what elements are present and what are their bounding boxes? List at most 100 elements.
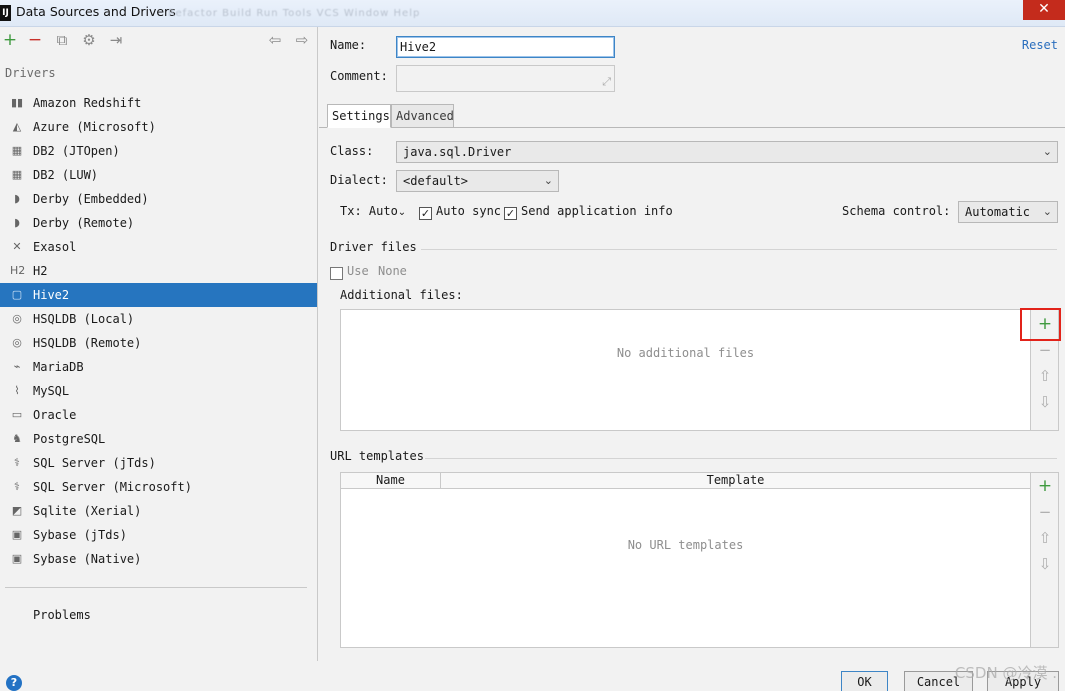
name-label: Name:	[330, 38, 367, 52]
driver-files-title: Driver files	[330, 240, 417, 254]
move-up-icon[interactable]: ⇧	[1031, 527, 1059, 549]
dialect-select[interactable]: <default> ⌄	[396, 170, 559, 192]
driver-label: Exasol	[33, 240, 77, 254]
driver-item[interactable]: ▦ DB2 (JTOpen)	[0, 139, 317, 163]
remove-icon[interactable]: −	[26, 31, 44, 49]
back-icon[interactable]: ⇦	[266, 31, 284, 49]
remove-file-icon[interactable]: −	[1031, 339, 1059, 361]
forward-icon[interactable]: ⇨	[293, 31, 311, 49]
driver-item[interactable]: ◗ Derby (Embedded)	[0, 187, 317, 211]
move-up-icon[interactable]: ⇧	[1031, 365, 1059, 387]
driver-label: Derby (Remote)	[33, 216, 135, 230]
column-header-template[interactable]: Template	[441, 473, 1030, 488]
driver-item[interactable]: ▮▮ Amazon Redshift	[0, 91, 317, 115]
driver-item[interactable]: ▭ Oracle	[0, 403, 317, 427]
driver-item[interactable]: ◭ Azure (Microsoft)	[0, 115, 317, 139]
driver-label: DB2 (JTOpen)	[33, 144, 120, 158]
move-down-icon[interactable]: ⇩	[1031, 553, 1059, 575]
tab-advanced[interactable]: Advanced	[391, 104, 454, 128]
driver-item[interactable]: ▣ Sybase (jTds)	[0, 523, 317, 547]
driver-settings-panel: Name: Hive2 Reset Comment: ⤢ Settings Ad…	[319, 27, 1065, 661]
drivers-toolbar: + − ⧉ ⚙ ⇥ ⇦ ⇨	[0, 27, 318, 55]
expand-icon[interactable]: ⤢	[602, 75, 611, 89]
remove-template-icon[interactable]: −	[1031, 501, 1059, 523]
driver-item[interactable]: ▦ DB2 (LUW)	[0, 163, 317, 187]
class-select[interactable]: java.sql.Driver ⌄	[396, 141, 1058, 163]
class-label: Class:	[330, 144, 374, 158]
driver-item[interactable]: ♞ PostgreSQL	[0, 427, 317, 451]
app-icon: IJ	[0, 5, 11, 21]
send-info-checkbox[interactable]: ✓	[504, 207, 517, 220]
background-menu: Refactor Build Run Tools VCS Window Help	[168, 8, 421, 19]
import-icon[interactable]: ⇥	[107, 31, 125, 49]
drivers-section-label: Drivers	[5, 66, 56, 80]
tx-mode-label: Tx: Auto	[340, 204, 398, 218]
close-button[interactable]: ✕	[1023, 0, 1065, 20]
driver-icon: ◎	[12, 312, 22, 325]
no-url-text: No URL templates	[627, 538, 744, 552]
ok-button[interactable]: OK	[841, 671, 888, 691]
column-header-name[interactable]: Name	[341, 473, 441, 488]
driver-item[interactable]: ▣ Sybase (Native)	[0, 547, 317, 571]
send-info-label: Send application info	[521, 204, 673, 218]
url-templates-title: URL templates	[330, 449, 424, 463]
settings-icon[interactable]: ⚙	[80, 31, 98, 49]
use-checkbox[interactable]	[330, 267, 343, 280]
driver-icon: ◗	[14, 216, 20, 229]
driver-item[interactable]: ◎ HSQLDB (Local)	[0, 307, 317, 331]
url-templates-table[interactable]: Name Template No URL templates	[340, 472, 1031, 648]
driver-item[interactable]: ⚕ SQL Server (jTds)	[0, 451, 317, 475]
reset-link[interactable]: Reset	[1022, 38, 1058, 52]
driver-icon: ▭	[11, 408, 23, 421]
chevron-down-icon: ⌄	[1042, 145, 1052, 158]
driver-label: Hive2	[33, 288, 70, 302]
driver-item[interactable]: ◩ Sqlite (Xerial)	[0, 499, 317, 523]
chevron-down-icon: ⌄	[543, 174, 553, 187]
driver-label: Amazon Redshift	[33, 96, 142, 110]
driver-icon: ✕	[12, 240, 22, 253]
class-value: java.sql.Driver	[403, 145, 512, 159]
driver-item[interactable]: ✕ Exasol	[0, 235, 317, 259]
divider	[5, 587, 307, 588]
move-down-icon[interactable]: ⇩	[1031, 391, 1059, 413]
chevron-down-icon: ⌄	[397, 207, 407, 218]
drivers-panel: + − ⧉ ⚙ ⇥ ⇦ ⇨ Drivers ▮▮ Amazon Redshift ◭…	[0, 27, 318, 661]
driver-icon: ◎	[12, 336, 22, 349]
comment-field[interactable]: ⤢	[396, 65, 615, 92]
driver-icon: ▢	[11, 288, 23, 301]
problems-item[interactable]: Problems	[33, 608, 91, 622]
driver-item[interactable]: ◗ Derby (Remote)	[0, 211, 317, 235]
name-input[interactable]: Hive2	[396, 36, 615, 58]
driver-icon: ◭	[12, 120, 22, 133]
help-icon[interactable]: ?	[6, 675, 22, 691]
driver-item[interactable]: ▢ Hive2	[0, 283, 317, 307]
driver-label: HSQLDB (Remote)	[33, 336, 142, 350]
watermark: CSDN @冷漠 .	[954, 664, 1057, 682]
driver-icon: H2	[10, 264, 26, 277]
driver-label: Sybase (jTds)	[33, 528, 127, 542]
driver-icon: ▦	[11, 168, 23, 181]
copy-icon[interactable]: ⧉	[53, 31, 71, 49]
driver-item[interactable]: ⌁ MariaDB	[0, 355, 317, 379]
driver-icon: ⚕	[14, 456, 20, 469]
driver-label: Sybase (Native)	[33, 552, 142, 566]
tx-mode-dropdown[interactable]: Tx: Auto⌄	[340, 204, 406, 218]
tab-settings[interactable]: Settings	[327, 104, 391, 128]
schema-control-label: Schema control:	[842, 204, 951, 218]
driver-item[interactable]: ◎ HSQLDB (Remote)	[0, 331, 317, 355]
driver-icon: ▮▮	[10, 96, 24, 109]
driver-item[interactable]: H2 H2	[0, 259, 317, 283]
schema-control-select[interactable]: Automatic ⌄	[958, 201, 1058, 223]
driver-icon: ▣	[11, 552, 23, 565]
add-icon[interactable]: +	[1, 31, 19, 49]
additional-files-list[interactable]: No additional files	[340, 309, 1031, 431]
driver-item[interactable]: ⚕ SQL Server (Microsoft)	[0, 475, 317, 499]
driver-label: MariaDB	[33, 360, 84, 374]
auto-sync-checkbox[interactable]: ✓	[419, 207, 432, 220]
driver-item[interactable]: ⌇ MySQL	[0, 379, 317, 403]
driver-label: Derby (Embedded)	[33, 192, 149, 206]
add-template-icon[interactable]: +	[1031, 475, 1059, 497]
driver-label: PostgreSQL	[33, 432, 106, 446]
section-divider	[425, 458, 1057, 459]
chevron-down-icon: ⌄	[1042, 205, 1052, 218]
